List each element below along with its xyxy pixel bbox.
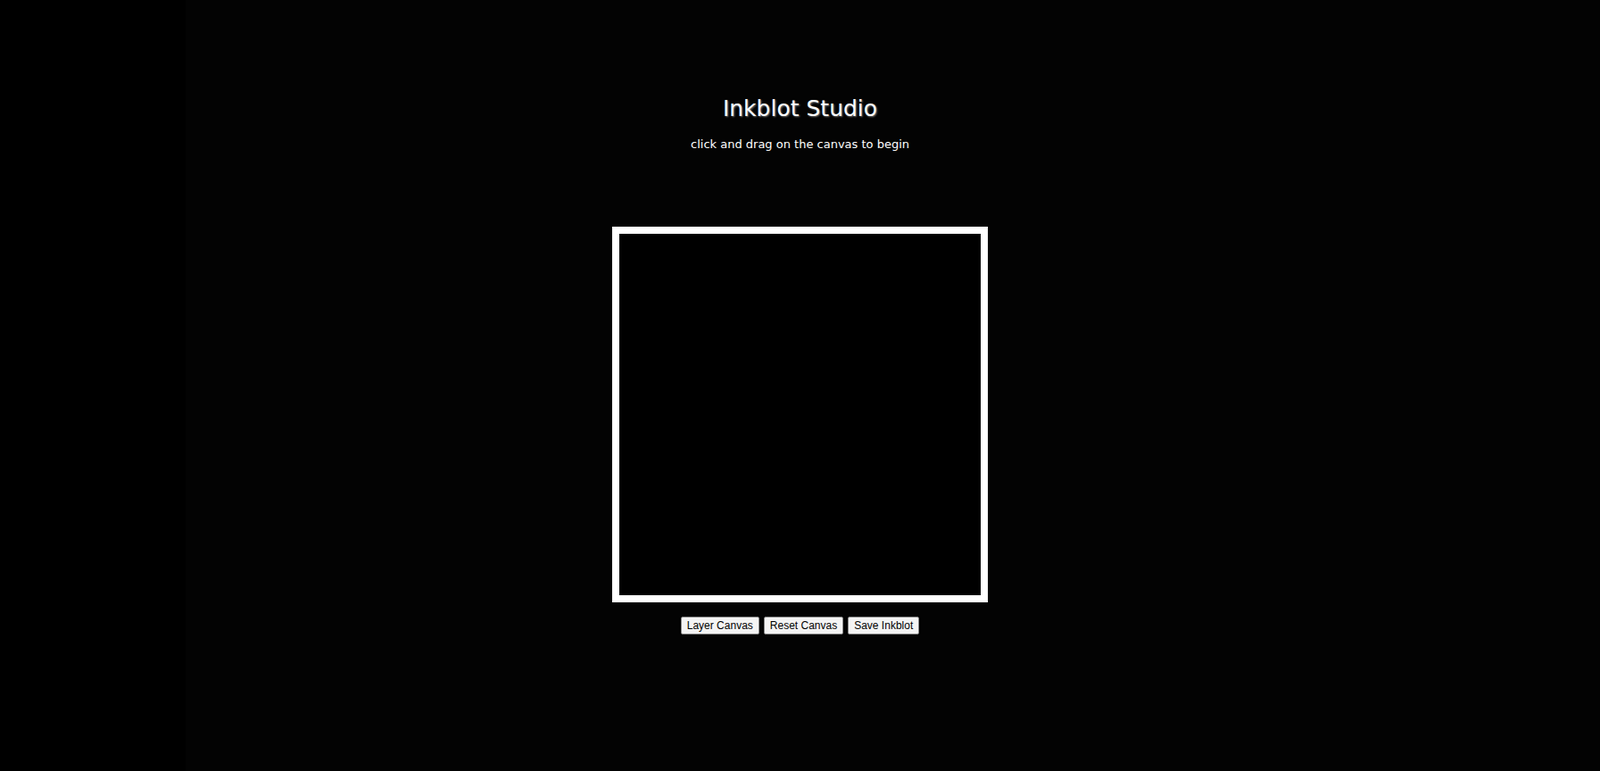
canvas-button[interactable]: Layer Canvas bbox=[680, 616, 760, 635]
app-title: Inkblot Studio bbox=[722, 94, 878, 124]
button-row: Layer CanvasReset CanvasSave Inkblot bbox=[680, 616, 920, 635]
page: Inkblot Studio click and drag on the canv… bbox=[0, 0, 1600, 771]
canvas-button[interactable]: Save Inkblot bbox=[847, 616, 920, 635]
canvas-button[interactable]: Reset Canvas bbox=[763, 616, 844, 635]
instruction-text: click and drag on the canvas to begin bbox=[690, 136, 910, 153]
drawing-canvas[interactable] bbox=[619, 233, 981, 596]
background-illustration: Inkblot Studio click and drag on the canv… bbox=[185, 0, 1600, 771]
canvas-frame bbox=[612, 226, 988, 603]
